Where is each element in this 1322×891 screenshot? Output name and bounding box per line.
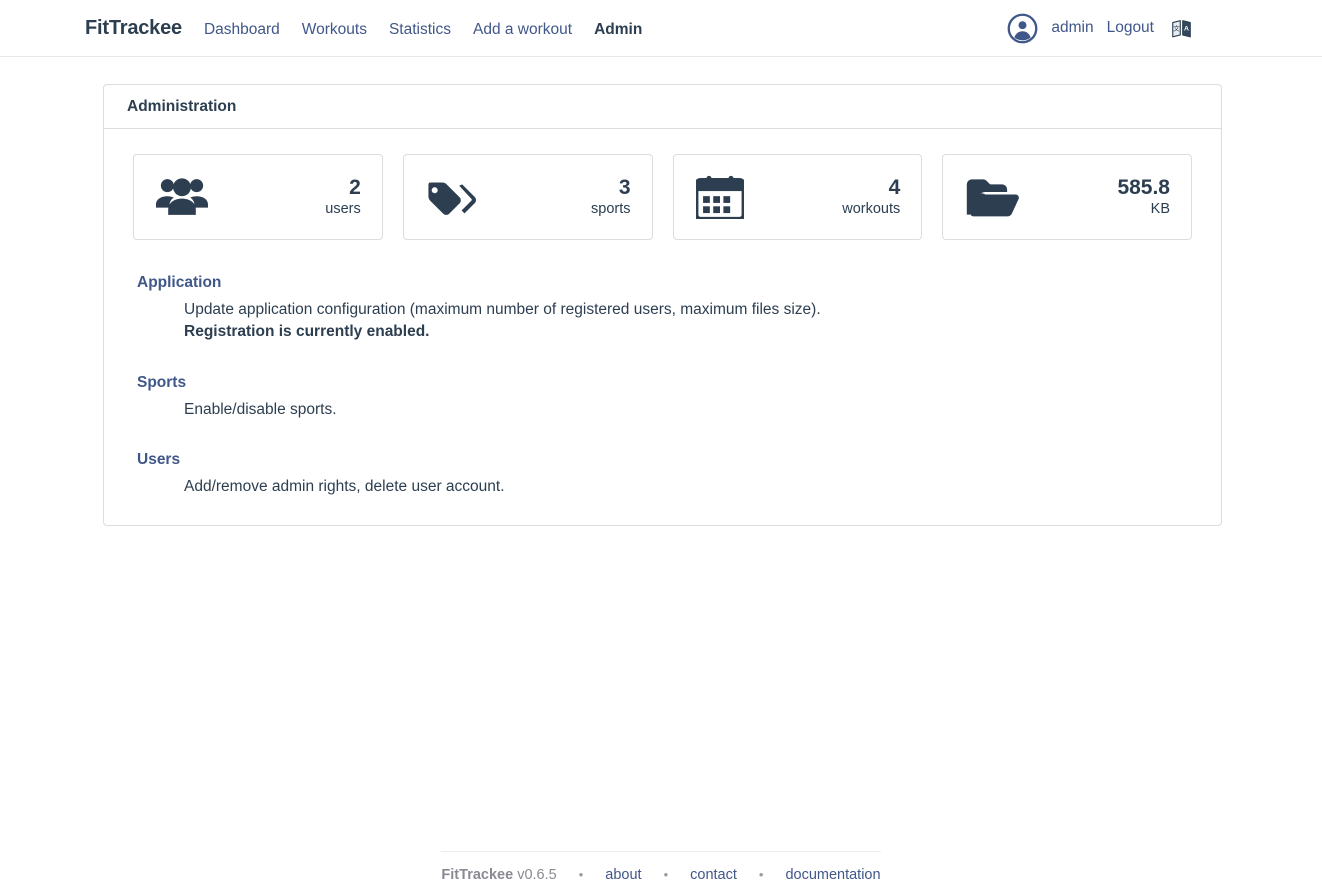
stat-card-sports[interactable]: 3 sports — [402, 154, 653, 240]
footer-separator: • — [578, 867, 584, 882]
admin-section-link-application[interactable]: Application — [137, 274, 221, 292]
admin-section-description-text: Enable/disable sports. — [184, 400, 337, 418]
navbar-left-group: FitTrackee Dashboard Workouts Statistics… — [85, 17, 642, 40]
footer-brand-name: FitTrackee — [441, 867, 514, 883]
folder-open-icon — [965, 176, 1020, 218]
admin-sections: Application Update application configura… — [104, 240, 1221, 499]
footer-separator: • — [758, 867, 764, 882]
footer-link-about[interactable]: about — [605, 867, 641, 883]
stat-card-workouts[interactable]: 4 workouts — [672, 154, 923, 240]
nav-link-statistics[interactable]: Statistics — [389, 21, 451, 39]
admin-section-sports: Sports Enable/disable sports. — [137, 374, 1221, 421]
stat-value: 2 — [349, 176, 361, 200]
stat-value: 4 — [888, 176, 901, 200]
stat-text-sports: 3 sports — [591, 175, 631, 218]
footer-brand: FitTrackee v0.6.5 — [441, 867, 556, 883]
users-icon — [156, 176, 208, 218]
nav-link-dashboard[interactable]: Dashboard — [204, 21, 280, 39]
administration-card-header: Administration — [104, 85, 1221, 129]
svg-text:文: 文 — [1173, 23, 1180, 32]
stat-card-storage[interactable]: 585.8 KB — [942, 154, 1192, 240]
username-link[interactable]: admin — [1051, 19, 1093, 37]
stat-text-storage: 585.8 KB — [1117, 175, 1170, 218]
administration-card-body: 2 users 3 sports 4 workouts 585.8 KB App… — [104, 129, 1221, 499]
admin-section-application: Application Update application configura… — [137, 274, 1221, 344]
admin-section-description: Update application configuration (maximu… — [184, 299, 1221, 344]
top-navbar: FitTrackee Dashboard Workouts Statistics… — [0, 0, 1322, 57]
administration-card: Administration 2 users 3 sports 4 workou… — [103, 84, 1222, 526]
page-title: Administration — [127, 97, 237, 115]
admin-section-users: Users Add/remove admin rights, delete us… — [137, 451, 1221, 498]
registration-status-note: Registration is currently enabled. — [184, 323, 430, 341]
circle-user-icon[interactable] — [1007, 13, 1038, 44]
stat-label: KB — [1150, 200, 1170, 217]
svg-text:A: A — [1184, 25, 1189, 32]
brand-logo[interactable]: FitTrackee — [85, 17, 182, 40]
language-icon[interactable]: 文 A — [1167, 18, 1192, 39]
nav-link-workouts[interactable]: Workouts — [302, 21, 367, 39]
stat-label: users — [325, 200, 361, 217]
footer-separator: • — [663, 867, 669, 882]
stats-row: 2 users 3 sports 4 workouts 585.8 KB — [104, 129, 1221, 240]
admin-section-link-users[interactable]: Users — [137, 451, 180, 469]
nav-link-add-a-workout[interactable]: Add a workout — [473, 21, 572, 39]
admin-section-link-sports[interactable]: Sports — [137, 374, 186, 392]
admin-section-description-text: Add/remove admin rights, delete user acc… — [184, 478, 505, 496]
page-content: Administration 2 users 3 sports 4 workou… — [0, 57, 1322, 891]
stat-label: sports — [591, 200, 631, 217]
admin-section-description: Add/remove admin rights, delete user acc… — [184, 476, 1221, 498]
tags-icon — [426, 176, 478, 218]
footer-version: v0.6.5 — [517, 867, 557, 883]
nav-link-admin[interactable]: Admin — [594, 21, 642, 39]
stat-text-users: 2 users — [325, 175, 360, 218]
navbar-right-group: admin Logout 文 A — [1007, 13, 1192, 44]
primary-nav: Dashboard Workouts Statistics Add a work… — [204, 21, 642, 39]
calendar-icon — [695, 175, 744, 219]
footer-link-documentation[interactable]: documentation — [785, 867, 880, 883]
stat-value: 3 — [618, 176, 631, 200]
admin-section-description-text: Update application configuration (maximu… — [184, 301, 821, 318]
logout-link[interactable]: Logout — [1107, 19, 1154, 37]
stat-text-workouts: 4 workouts — [842, 175, 900, 218]
footer-link-contact[interactable]: contact — [690, 867, 737, 883]
stat-card-users[interactable]: 2 users — [133, 154, 383, 240]
page-footer: FitTrackee v0.6.5 • about • contact • do… — [441, 851, 881, 883]
stat-value: 585.8 — [1117, 176, 1170, 200]
stat-label: workouts — [842, 200, 901, 217]
admin-section-description: Enable/disable sports. — [184, 399, 1221, 421]
